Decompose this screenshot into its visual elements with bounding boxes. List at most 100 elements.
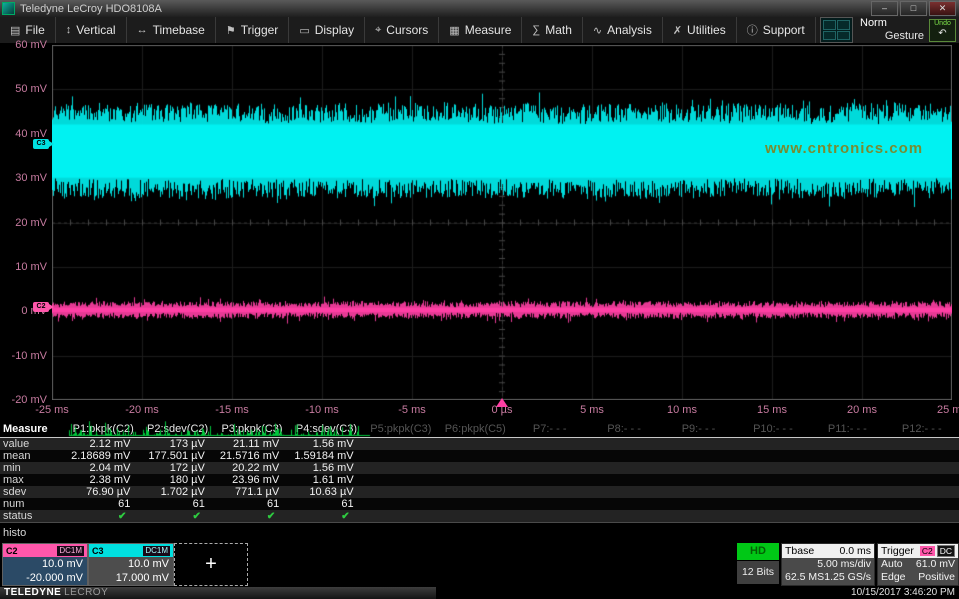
measure-row-label: sdev bbox=[0, 486, 66, 498]
measure-cell: 21.11 mV bbox=[215, 438, 289, 450]
trigger-level: 61.0 mV bbox=[916, 558, 955, 571]
menu-bar-items: ▤ File ↕Vertical↔Timebase⚑Trigger▭Display⌖… bbox=[0, 17, 816, 43]
x-axis-tick-label: 15 ms bbox=[740, 404, 804, 416]
menu-item-math[interactable]: ∑Math bbox=[522, 17, 583, 43]
menu-item-label: Measure bbox=[465, 23, 512, 37]
undo-label: Undo bbox=[930, 20, 955, 28]
menu-item-cursors[interactable]: ⌖Cursors bbox=[365, 17, 439, 43]
minimize-button[interactable]: – bbox=[871, 1, 898, 16]
measure-cell: 2.38 mV bbox=[66, 474, 140, 486]
analysis-icon: ∿ bbox=[593, 24, 602, 37]
measure-cell: 771.1 µV bbox=[215, 486, 289, 498]
measure-cell: 173 µV bbox=[140, 438, 214, 450]
footer-bar: TELEDYNE LECROY 10/15/2017 3:46:20 PM bbox=[0, 587, 959, 599]
measure-cell: 2.12 mV bbox=[66, 438, 140, 450]
measure-row-label: histo bbox=[0, 527, 66, 539]
channel-header: C2DC1M bbox=[3, 544, 87, 557]
channel-c2-offset-marker[interactable]: C2 bbox=[33, 302, 49, 312]
channel-c3-offset-marker[interactable]: C3 bbox=[33, 139, 49, 149]
oscilloscope-app-window: Teledyne LeCroy HDO8108A – □ ✕ ▤ File ↕Ver… bbox=[0, 0, 959, 599]
channel-offset: 17.000 mV bbox=[89, 571, 169, 585]
measure-column-header-p7[interactable]: P7:- - - bbox=[512, 423, 586, 435]
mode-labels: Norm Gesture bbox=[858, 17, 924, 43]
window-controls: – □ ✕ bbox=[871, 1, 959, 16]
measure-panel: Measure P1:pkpk(C2)P2:sdev(C2)P3:pkpk(C3… bbox=[0, 420, 959, 542]
norm-mode-label: Norm bbox=[860, 17, 887, 29]
support-info-icon: ⓘ bbox=[747, 22, 758, 38]
x-axis-tick-label: 10 ms bbox=[650, 404, 714, 416]
measure-column-header-p8[interactable]: P8:- - - bbox=[587, 423, 661, 435]
close-button[interactable]: ✕ bbox=[929, 1, 956, 16]
menu-item-vertical[interactable]: ↕Vertical bbox=[56, 17, 127, 43]
descriptor-bar: + HD 12 Bits Tbase 0.0 ms 5.00 ms/div 62… bbox=[0, 541, 959, 587]
waveform-grid-canvas[interactable] bbox=[52, 45, 952, 400]
measure-cell: 61 bbox=[66, 498, 140, 510]
measure-column-header-p11[interactable]: P11:- - - bbox=[810, 423, 884, 435]
timebase-delay: 0.0 ms bbox=[839, 545, 871, 557]
math-icon: ∑ bbox=[532, 24, 540, 36]
measure-cell: 180 µV bbox=[140, 474, 214, 486]
timebase-samples: 62.5 MS bbox=[785, 571, 824, 584]
trigger-box[interactable]: Trigger C2 DC Auto 61.0 mV Edge Positive bbox=[877, 543, 959, 586]
grid-display-button[interactable] bbox=[820, 17, 853, 43]
measure-row-min: min2.04 mV172 µV20.22 mV1.56 mV bbox=[0, 462, 959, 474]
menu-item-analysis[interactable]: ∿Analysis bbox=[583, 17, 663, 43]
timebase-box[interactable]: Tbase 0.0 ms 5.00 ms/div 62.5 MS 1.25 GS… bbox=[781, 543, 875, 586]
measure-row-value: value2.12 mV173 µV21.11 mV1.56 mV bbox=[0, 438, 959, 450]
measure-histogram-strip bbox=[66, 421, 378, 439]
measure-column-header-p9[interactable]: P9:- - - bbox=[661, 423, 735, 435]
x-axis-tick-label: -15 ms bbox=[200, 404, 264, 416]
channel-descriptor-c3[interactable]: C3DC1M10.0 mV17.000 mV bbox=[88, 543, 174, 586]
undo-arrow-icon: ↶ bbox=[930, 28, 955, 39]
undo-button[interactable]: Undo ↶ bbox=[929, 19, 956, 42]
menu-bar-right: Norm Gesture Undo ↶ bbox=[820, 17, 959, 43]
measure-row-mean: mean2.18689 mV177.501 µV21.5716 mV1.5918… bbox=[0, 450, 959, 462]
measure-icon: ▦ bbox=[449, 24, 459, 37]
datetime-label: 10/15/2017 3:46:20 PM bbox=[851, 587, 955, 599]
measure-column-header-p12[interactable]: P12:- - - bbox=[885, 423, 959, 435]
menu-item-trigger[interactable]: ⚑Trigger bbox=[216, 17, 289, 43]
menu-item-label: Display bbox=[315, 23, 354, 37]
measure-cell: 177.501 µV bbox=[140, 450, 214, 462]
trigger-body: Auto 61.0 mV Edge Positive bbox=[878, 558, 958, 585]
measure-row-label: mean bbox=[0, 450, 66, 462]
measure-column-header-p6[interactable]: P6:pkpk(C5) bbox=[438, 423, 512, 435]
channel-coupling-badge: DC1M bbox=[142, 545, 171, 557]
menu-item-measure[interactable]: ▦ Measure bbox=[439, 17, 522, 43]
maximize-button[interactable]: □ bbox=[900, 1, 927, 16]
measure-column-header-p10[interactable]: P10:- - - bbox=[736, 423, 810, 435]
file-icon: ▤ bbox=[10, 24, 20, 37]
trigger-coupling-badge: DC bbox=[937, 545, 955, 557]
measure-cell: 1.702 µV bbox=[140, 486, 214, 498]
measure-cell: 20.22 mV bbox=[215, 462, 289, 474]
menu-item-utilities[interactable]: ✗Utilities bbox=[663, 17, 737, 43]
grid-quadrant bbox=[837, 31, 850, 41]
timebase-label: Tbase bbox=[785, 545, 814, 557]
menu-item-display[interactable]: ▭Display bbox=[289, 17, 365, 43]
menu-item-label: Utilities bbox=[687, 23, 726, 37]
add-channel-button[interactable]: + bbox=[174, 543, 248, 586]
trigger-type: Edge bbox=[881, 571, 906, 584]
menu-item-support[interactable]: ⓘSupport bbox=[737, 17, 816, 43]
timebase-header: Tbase 0.0 ms bbox=[782, 544, 874, 558]
window-title: Teledyne LeCroy HDO8108A bbox=[20, 3, 162, 15]
menu-item-label: File bbox=[25, 23, 44, 37]
menu-item-label: Timebase bbox=[153, 23, 205, 37]
measure-row-label: max bbox=[0, 474, 66, 486]
measure-cell: 76.90 µV bbox=[66, 486, 140, 498]
acquisition-box[interactable]: HD 12 Bits bbox=[737, 543, 779, 584]
menu-item-timebase[interactable]: ↔Timebase bbox=[127, 17, 216, 43]
y-axis-tick-label: 60 mV bbox=[0, 39, 47, 51]
measure-row-sdev: sdev76.90 µV1.702 µV771.1 µV10.63 µV bbox=[0, 486, 959, 498]
y-axis-tick-label: 50 mV bbox=[0, 83, 47, 95]
menu-bar: ▤ File ↕Vertical↔Timebase⚑Trigger▭Display⌖… bbox=[0, 17, 959, 44]
status-check-icon: ✔ bbox=[140, 511, 214, 522]
y-axis-tick-label: 40 mV bbox=[0, 128, 47, 140]
measure-cell: 21.5716 mV bbox=[215, 450, 289, 462]
channel-descriptor-c2[interactable]: C2DC1M10.0 mV-20.000 mV bbox=[2, 543, 88, 586]
brand-teledyne: TELEDYNE bbox=[4, 587, 61, 598]
timebase-rate: 1.25 GS/s bbox=[824, 571, 871, 584]
title-bar: Teledyne LeCroy HDO8108A – □ ✕ bbox=[0, 0, 959, 17]
x-axis-tick-label: -5 ms bbox=[380, 404, 444, 416]
trigger-slope: Positive bbox=[918, 571, 955, 584]
